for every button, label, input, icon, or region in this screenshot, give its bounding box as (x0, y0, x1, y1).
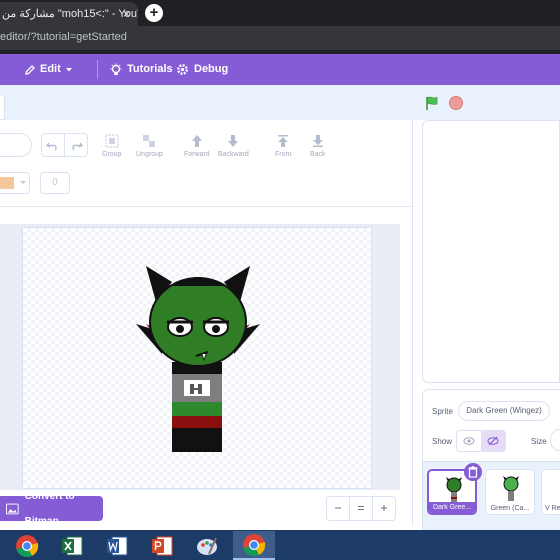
tutorials-menu[interactable]: Tutorials (109, 54, 173, 85)
hide-sprite-button[interactable] (481, 431, 505, 451)
excel-icon[interactable] (53, 531, 91, 560)
zoom-controls: − = + (326, 496, 396, 521)
tutorials-label: Tutorials (127, 63, 173, 75)
sprite-label: Sprite (432, 407, 453, 416)
zoom-in-button[interactable]: + (373, 497, 395, 520)
group-button[interactable]: Group (102, 134, 121, 158)
sprite-thumbnail-icon (446, 477, 462, 502)
eye-slash-icon (487, 436, 499, 446)
zoom-reset-button[interactable]: = (350, 497, 373, 520)
back-label: Back (310, 151, 326, 158)
backward-icon (228, 135, 239, 147)
outline-width-input[interactable]: 0 (40, 172, 70, 194)
ungroup-button[interactable]: Ungroup (136, 134, 163, 158)
browser-tab-title: ‫"moh15<:" - YouTube" مشاركة من‬ (2, 8, 138, 20)
group-label: Group (102, 151, 122, 158)
stage-canvas[interactable] (422, 120, 560, 383)
sprite-thumb-v[interactable]: V Re (541, 469, 560, 515)
sprite-name-input[interactable]: Dark Green (Wingez) (458, 401, 550, 421)
sprite-thumb-label: Green (Ca... (490, 505, 530, 512)
backward-label: Backward (218, 151, 249, 158)
paint-icon[interactable] (188, 531, 226, 560)
zoom-out-button[interactable]: − (327, 497, 350, 520)
delete-sprite-button[interactable] (464, 463, 482, 481)
size-label: Size (531, 437, 547, 446)
ungroup-icon (143, 135, 156, 147)
convert-to-bitmap-button[interactable]: Convert to Bitmap (0, 491, 103, 527)
back-button[interactable]: Back (310, 134, 326, 158)
dark-green-wingez-sprite[interactable] (132, 262, 264, 454)
browser-tab-bar: ‫"moh15<:" - YouTube" مشاركة من‬ × + (0, 0, 560, 26)
back-icon (312, 135, 323, 147)
menu-divider (97, 60, 98, 79)
trash-icon (468, 466, 478, 478)
front-button[interactable]: Front (275, 134, 291, 158)
chrome-active-icon[interactable] (233, 531, 275, 560)
green-flag-icon[interactable] (424, 95, 440, 111)
convert-to-bitmap-label: Convert to Bitmap (24, 490, 75, 527)
redo-button[interactable] (64, 133, 88, 157)
front-icon (278, 135, 289, 147)
screen: ‫"moh15<:" - YouTube" مشاركة من‬ × + edi… (0, 0, 560, 560)
sprite-thumb-green[interactable]: Green (Ca... (485, 469, 535, 515)
forward-label: Forward (184, 151, 210, 158)
fill-swatch-icon (0, 177, 26, 189)
sprite-thumb-label: Dark Gree... (429, 502, 475, 513)
show-label: Show (432, 437, 453, 446)
url-text[interactable]: editor/?tutorial=getStarted (0, 31, 127, 43)
stop-icon[interactable] (449, 96, 463, 110)
sprite-thumb-label: V Re (545, 505, 560, 512)
browser-tab[interactable]: ‫"moh15<:" - YouTube" مشاركة من‬ × (0, 2, 138, 26)
costumes-tab[interactable] (0, 94, 5, 120)
edit-menu[interactable]: Edit (24, 54, 73, 85)
chrome-icon[interactable] (8, 531, 46, 560)
new-tab-button[interactable]: + (145, 4, 163, 22)
debug-label: Debug (194, 63, 229, 75)
backward-button[interactable]: Backward (218, 134, 249, 158)
debug-menu[interactable]: Debug (175, 54, 228, 85)
forward-icon (191, 135, 202, 147)
show-sprite-button[interactable] (457, 431, 481, 451)
fill-color-picker[interactable] (0, 172, 30, 194)
bitmap-icon (6, 503, 19, 514)
eye-icon (463, 437, 475, 445)
visibility-toggle (456, 430, 506, 452)
powerpoint-icon[interactable] (143, 531, 181, 560)
lightbulb-icon (110, 63, 122, 75)
edit-label: Edit (40, 63, 61, 75)
costume-name-input[interactable] (0, 133, 32, 157)
redo-icon (72, 142, 84, 151)
tab-close-icon[interactable]: × (123, 2, 130, 26)
caret-down-icon (65, 67, 72, 71)
undo-button[interactable] (41, 133, 65, 157)
menu-bar: Edit Tutorials Debug (0, 54, 560, 85)
sprite-info-panel: Sprite Dark Green (Wingez) Show Size (422, 389, 560, 462)
pencil-icon (25, 64, 35, 75)
sprite-thumbnail-icon (503, 476, 519, 501)
undo-icon (45, 142, 57, 151)
forward-button[interactable]: Forward (184, 134, 210, 158)
toolbar-divider (0, 206, 412, 207)
group-icon (105, 134, 119, 148)
address-bar[interactable]: editor/?tutorial=getStarted (0, 26, 560, 50)
ungroup-label: Ungroup (136, 151, 163, 158)
front-label: Front (275, 151, 292, 158)
word-icon[interactable] (98, 531, 136, 560)
debug-gear-icon (177, 64, 188, 75)
editor-tab-strip (0, 85, 418, 120)
